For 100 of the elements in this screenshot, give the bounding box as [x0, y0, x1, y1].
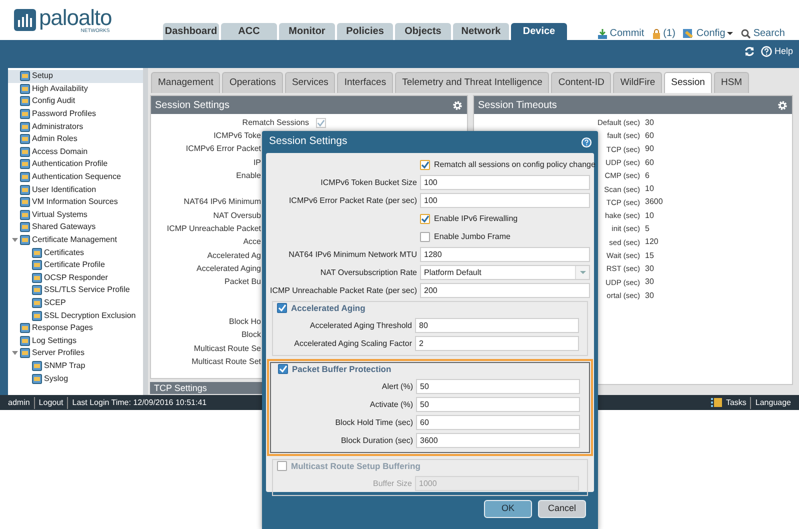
- sidebar-item[interactable]: Certificates: [8, 246, 143, 259]
- field-value: 120: [645, 236, 658, 248]
- sidebar-item[interactable]: SSL/TLS Service Profile: [8, 284, 143, 297]
- checkbox[interactable]: [420, 160, 430, 170]
- sidebar-item[interactable]: SSL Decryption Exclusion: [8, 309, 143, 322]
- input-field[interactable]: 50: [416, 397, 580, 412]
- sidebar-item[interactable]: Admin Roles: [8, 132, 143, 146]
- checkbox[interactable]: [278, 364, 288, 374]
- input-field[interactable]: 100: [420, 193, 590, 208]
- sidebar-item[interactable]: Virtual Systems: [8, 208, 143, 222]
- sidebar-item[interactable]: Response Pages: [8, 322, 143, 334]
- sidebar-item[interactable]: Access Domain: [8, 146, 143, 158]
- checkbox[interactable]: [277, 303, 287, 313]
- help-button[interactable]: Help: [761, 44, 793, 58]
- input-field[interactable]: 60: [416, 415, 580, 430]
- tab[interactable]: Services: [284, 72, 336, 93]
- sidebar-item[interactable]: Shared Gateways: [8, 221, 143, 234]
- language-link[interactable]: Language: [755, 396, 791, 408]
- group-title: Packet Buffer Protection: [292, 362, 392, 376]
- toolbar-link[interactable]: (1): [652, 26, 676, 41]
- tile-icon: [20, 109, 30, 120]
- item-label: SNMP Trap: [44, 360, 86, 372]
- help-icon[interactable]: [581, 136, 592, 148]
- sidebar-item[interactable]: SNMP Trap: [8, 360, 143, 372]
- sidebar-item[interactable]: Server Profiles: [8, 347, 143, 360]
- tasks-link[interactable]: Tasks: [726, 396, 752, 408]
- tile-icon: [20, 84, 30, 94]
- tab[interactable]: Telemetry and Threat Intelligence: [395, 72, 550, 93]
- tile-icon: [20, 71, 30, 82]
- sidebar-item[interactable]: Authentication Sequence: [8, 170, 143, 184]
- nav-tab[interactable]: Objects: [395, 23, 451, 40]
- checkbox[interactable]: [420, 214, 430, 224]
- field-value: 3600: [645, 196, 663, 208]
- nav-tab[interactable]: Network: [453, 23, 509, 40]
- tile-icon: [32, 260, 42, 270]
- dropdown[interactable]: Platform Default: [420, 265, 590, 280]
- toolbar-link[interactable]: Search: [741, 26, 785, 41]
- field-label: Block Duration (sec): [340, 434, 414, 446]
- sidebar-item[interactable]: User Identification: [8, 183, 143, 196]
- group-title: Accelerated Aging: [291, 302, 366, 314]
- sidebar-item[interactable]: High Availability: [8, 82, 143, 96]
- logout-link[interactable]: Logout: [38, 396, 68, 408]
- tasks-icon[interactable]: [710, 398, 722, 407]
- sidebar-item[interactable]: VM Information Sources: [8, 196, 143, 209]
- nav-tab[interactable]: ACC: [221, 23, 277, 40]
- sidebar-item[interactable]: Password Profiles: [8, 108, 143, 120]
- field-label: ICMP Unreachable Packet Rate (per sec): [270, 284, 418, 296]
- field-value: 30: [645, 276, 654, 288]
- sidebar-item[interactable]: Log Settings: [8, 334, 143, 348]
- expand-arrow-icon[interactable]: [12, 350, 18, 356]
- toolbar-link[interactable]: Commit: [596, 26, 644, 41]
- tab[interactable]: HSM: [714, 72, 750, 93]
- sidebar-item[interactable]: Syslog: [8, 372, 143, 385]
- tab[interactable]: Session: [664, 72, 712, 93]
- sidebar-item[interactable]: SCEP: [8, 296, 143, 310]
- sidebar-item[interactable]: Setup: [8, 70, 143, 83]
- sidebar-item[interactable]: OCSP Responder: [8, 272, 143, 284]
- sidebar-item[interactable]: Certificate Profile: [8, 258, 143, 272]
- nav-tab[interactable]: Device: [511, 23, 567, 40]
- sidebar-item[interactable]: Authentication Profile: [8, 158, 143, 171]
- item-label: Administrators: [32, 120, 84, 133]
- cancel-button[interactable]: Cancel: [538, 500, 586, 518]
- input-field[interactable]: 200: [420, 283, 590, 298]
- tab[interactable]: Interfaces: [337, 72, 394, 93]
- input-field[interactable]: 100: [420, 175, 590, 190]
- checkbox[interactable]: [420, 232, 430, 242]
- tile-icon: [20, 210, 30, 220]
- field-label: ICMPv6 Toke: [214, 130, 261, 142]
- input-field[interactable]: 50: [416, 379, 580, 394]
- nav-tab[interactable]: Policies: [337, 23, 393, 40]
- sidebar-item[interactable]: Config Audit: [8, 95, 143, 108]
- field-label: ICMP Unreachable Packet: [166, 223, 261, 236]
- field-value: 10: [645, 183, 654, 196]
- settings-icon[interactable]: [777, 100, 788, 110]
- input-field[interactable]: 80: [415, 318, 579, 333]
- field-value: 60: [645, 156, 654, 169]
- input-field[interactable]: 1280: [420, 247, 590, 262]
- input-field[interactable]: 2: [415, 336, 579, 351]
- nav-tab[interactable]: Monitor: [279, 23, 335, 40]
- tab[interactable]: Content-ID: [551, 72, 612, 93]
- tab[interactable]: Management: [151, 72, 220, 93]
- tab[interactable]: WildFire: [613, 72, 662, 93]
- nav-tab[interactable]: Dashboard: [163, 23, 219, 40]
- sidebar-item[interactable]: Administrators: [8, 120, 143, 133]
- expand-arrow-icon[interactable]: [12, 237, 18, 244]
- ok-button[interactable]: OK: [484, 500, 532, 518]
- check-icon: [279, 365, 287, 373]
- item-label: Server Profiles: [32, 347, 84, 360]
- tile-icon: [32, 360, 42, 371]
- field-value: 15: [645, 250, 654, 262]
- input-field[interactable]: 3600: [416, 433, 580, 448]
- field-label: Enable: [236, 170, 261, 182]
- item-label: Authentication Sequence: [32, 171, 121, 184]
- checkbox[interactable]: [277, 461, 287, 471]
- sidebar-item[interactable]: Certificate Management: [8, 234, 143, 246]
- settings-icon[interactable]: [452, 100, 463, 110]
- tab[interactable]: Operations: [222, 72, 283, 93]
- dialog-title: Session Settings: [269, 134, 348, 150]
- refresh-icon[interactable]: [744, 46, 756, 57]
- tile-icon: [20, 197, 30, 208]
